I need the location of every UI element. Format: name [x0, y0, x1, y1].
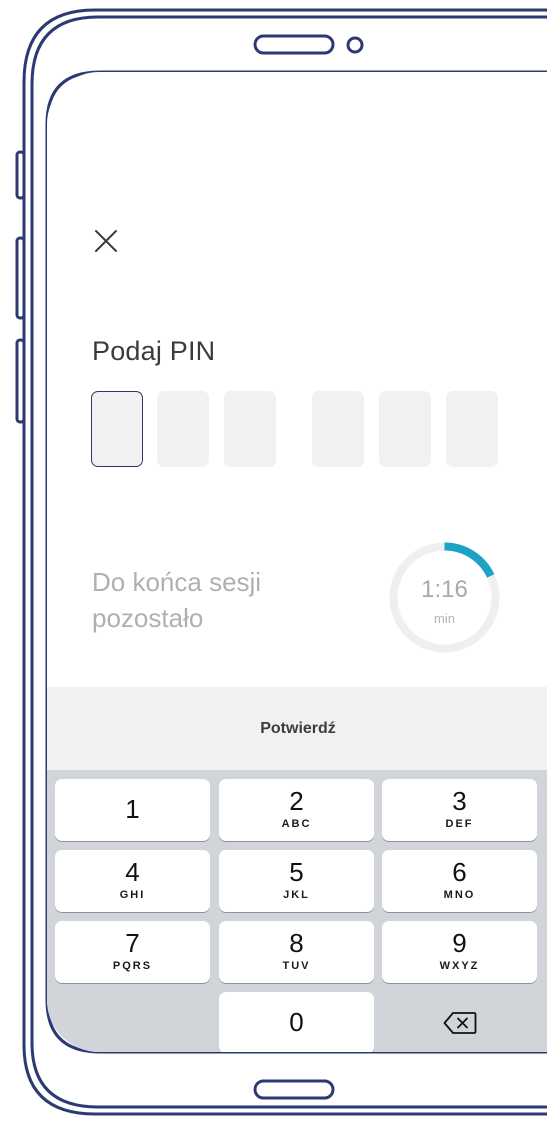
key-5[interactable]: 5 JKL — [219, 850, 374, 912]
app-screen: Podaj PIN Do końca sesji pozostało 1:16 … — [47, 72, 547, 1052]
session-label-line2: pozostało — [92, 603, 204, 633]
pin-digit-box[interactable] — [446, 391, 498, 467]
key-digit: 4 — [125, 857, 140, 887]
close-icon — [95, 230, 117, 252]
confirm-label: Potwierdź — [260, 719, 336, 737]
timer-value: 1:16 — [421, 576, 468, 603]
session-remaining-label: Do końca sesji pozostało — [92, 564, 261, 636]
key-digit: 3 — [452, 786, 467, 816]
key-digit: 5 — [289, 857, 304, 887]
key-letters: JKL — [283, 889, 310, 901]
key-9[interactable]: 9 WXYZ — [382, 921, 537, 983]
confirm-button[interactable]: Potwierdź — [47, 687, 547, 770]
backspace-icon — [443, 1012, 476, 1034]
key-digit: 9 — [452, 928, 467, 958]
pin-digit-box[interactable] — [312, 391, 364, 467]
key-letters: PQRS — [112, 960, 153, 972]
timer-unit: min — [434, 611, 455, 626]
key-2[interactable]: 2 ABC — [219, 779, 374, 841]
pin-digit-box[interactable] — [157, 391, 209, 467]
key-digit: 0 — [289, 1007, 304, 1037]
key-letters: MNO — [443, 889, 476, 901]
pin-input-row[interactable] — [91, 391, 547, 467]
session-timer: 1:16 min — [387, 540, 502, 655]
key-1[interactable]: 1 — [55, 779, 210, 841]
key-digit: 8 — [289, 928, 304, 958]
key-8[interactable]: 8 TUV — [219, 921, 374, 983]
session-label-line1: Do końca sesji — [92, 567, 262, 597]
key-4[interactable]: 4 GHI — [55, 850, 210, 912]
pin-digit-box[interactable] — [379, 391, 431, 467]
key-letters: WXYZ — [439, 960, 480, 972]
key-letters: TUV — [282, 960, 311, 972]
phone-mockup: Podaj PIN Do końca sesji pozostało 1:16 … — [0, 0, 547, 1125]
key-3[interactable]: 3 DEF — [382, 779, 537, 841]
pin-title: Podaj PIN — [92, 336, 216, 366]
pin-digit-box[interactable] — [91, 391, 143, 467]
key-letters: ABC — [281, 818, 312, 830]
key-6[interactable]: 6 MNO — [382, 850, 537, 912]
key-digit: 2 — [289, 786, 304, 816]
numeric-keypad: 1 2 ABC 3 DEF 4 GHI 5 JKL 6 MNO 7 PQRS 8… — [47, 770, 547, 1052]
key-digit: 7 — [125, 928, 140, 958]
pin-digit-box[interactable] — [224, 391, 276, 467]
key-0[interactable]: 0 — [219, 992, 374, 1052]
key-letters: GHI — [119, 889, 146, 901]
key-letters: DEF — [445, 818, 474, 830]
backspace-button[interactable] — [382, 992, 537, 1052]
key-digit: 1 — [125, 794, 140, 824]
close-button[interactable] — [91, 226, 121, 256]
key-7[interactable]: 7 PQRS — [55, 921, 210, 983]
key-digit: 6 — [452, 857, 467, 887]
